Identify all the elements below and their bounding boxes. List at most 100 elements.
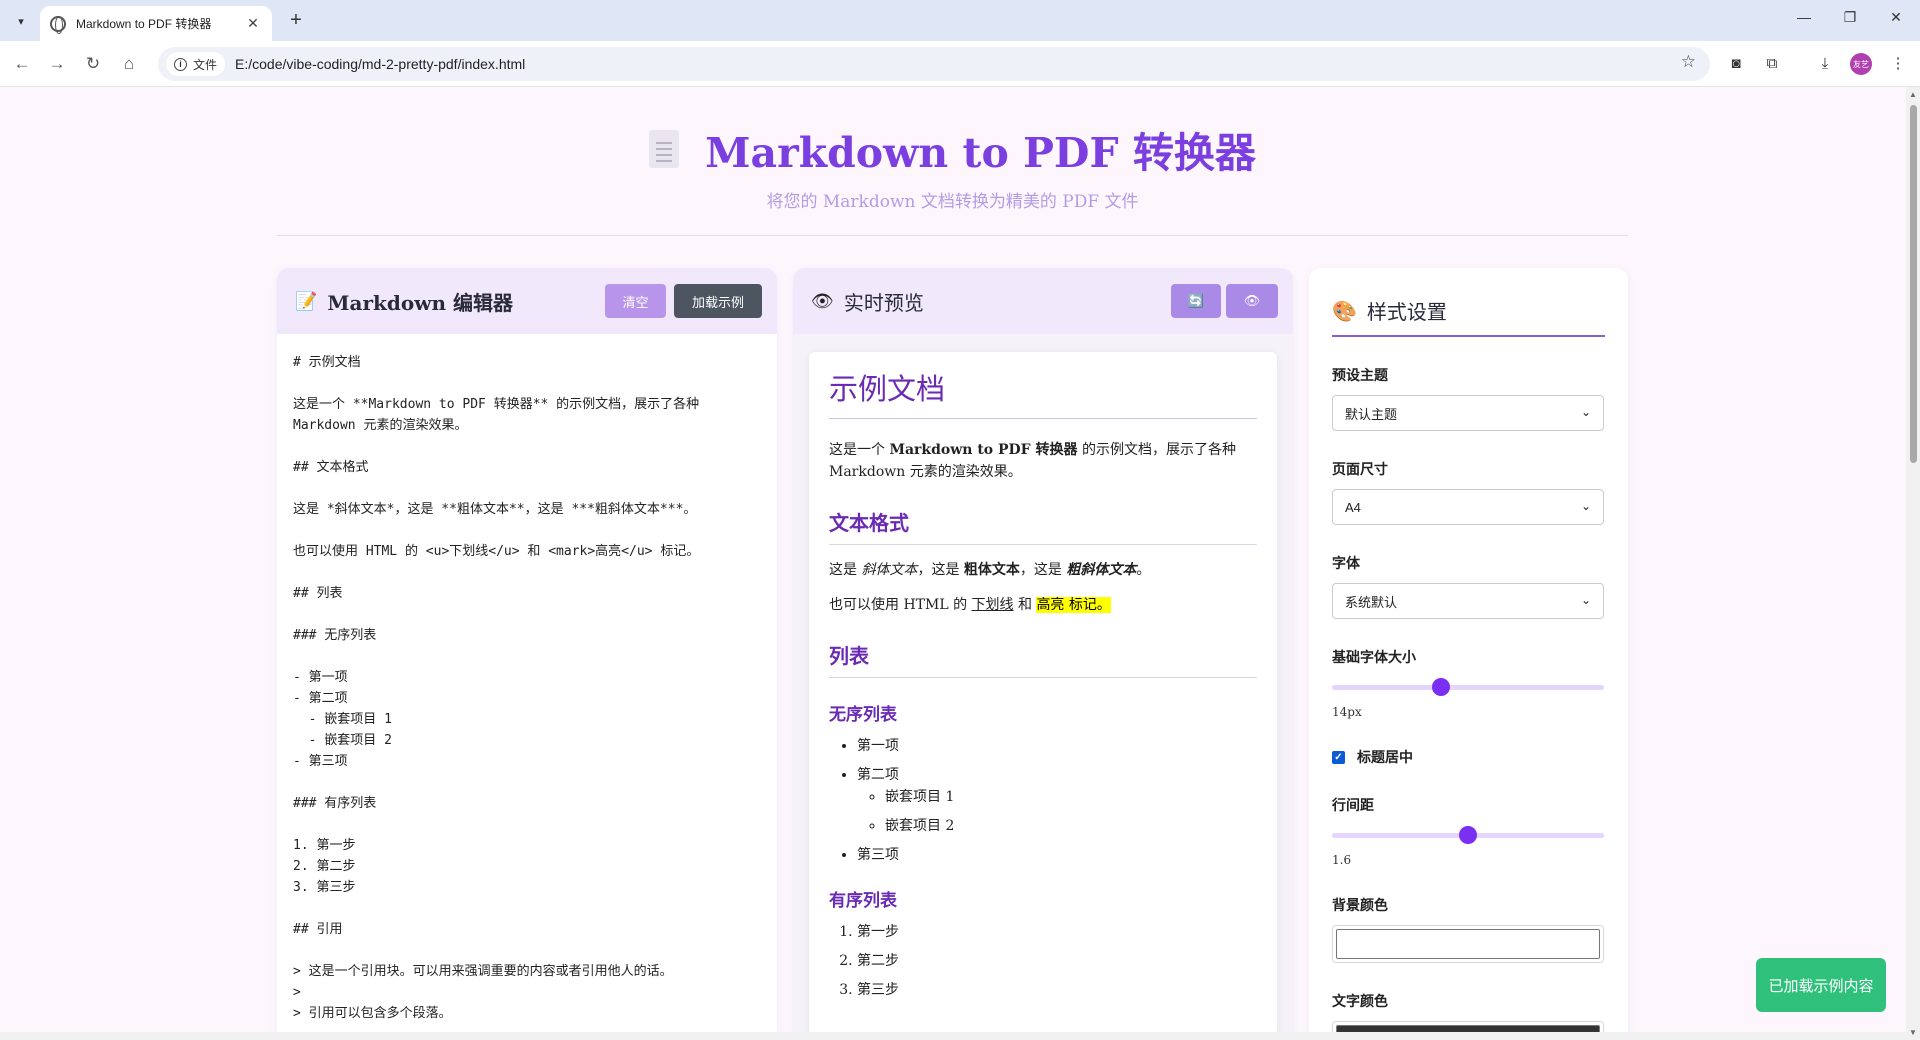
nested-list-item: 嵌套项目 1 — [885, 788, 1257, 806]
new-tab-button[interactable]: + — [284, 9, 308, 33]
preview-h3-unordered: 无序列表 — [829, 705, 897, 725]
preview-h3-ordered: 有序列表 — [829, 891, 897, 911]
preview-paragraph-1: 这是一个 Markdown to PDF 转换器 的示例文档，展示了各种 Mar… — [829, 439, 1257, 483]
list-item: 第三步 — [857, 981, 1257, 999]
line-height-label: 行间距 — [1332, 798, 1374, 814]
bookmark-star-icon[interactable]: ☆ — [1681, 52, 1696, 72]
line-height-value: 1.6 — [1332, 853, 1352, 867]
font-select[interactable]: 系统默认 ⌄ — [1332, 583, 1604, 619]
minimize-button[interactable]: — — [1784, 9, 1824, 25]
highlight-text: 高亮 标记。 — [1036, 597, 1111, 613]
page-size-select-value: A4 — [1345, 499, 1361, 515]
horizontal-scrollbar[interactable] — [0, 1032, 1906, 1040]
page-subtitle: 将您的 Markdown 文档转换为精美的 PDF 文件 — [766, 192, 1139, 212]
page-size-select[interactable]: A4 ⌄ — [1332, 489, 1604, 525]
scroll-down-icon[interactable]: ▼ — [1909, 1028, 1917, 1037]
browser-toolbar: ← → ↻ ⌂ i 文件 E:/code/vibe-coding/md-2-pr… — [0, 41, 1920, 87]
bold-italic-text: 粗斜体文本 — [1066, 562, 1137, 578]
load-example-button[interactable]: 加载示例 — [674, 284, 762, 318]
font-size-label: 基础字体大小 — [1332, 650, 1416, 666]
bg-color-label: 背景颜色 — [1332, 898, 1388, 914]
bold-text: 粗体文本 — [963, 562, 1020, 578]
browser-tab[interactable]: Markdown to PDF 转换器 ✕ — [40, 6, 272, 41]
bg-color-swatch — [1336, 929, 1600, 959]
home-button[interactable]: ⌂ — [117, 53, 141, 77]
memo-icon: 📝 — [295, 290, 318, 311]
refresh-preview-button[interactable]: 🔄 — [1171, 284, 1221, 318]
tab-search-button[interactable]: ▾ — [9, 9, 33, 33]
address-bar[interactable]: i 文件 E:/code/vibe-coding/md-2-pretty-pdf… — [158, 47, 1710, 81]
text-span: 。 — [1136, 562, 1151, 578]
theme-label: 预设主题 — [1332, 368, 1388, 384]
preview-panel: 👁 实时预览 🔄 👁 示例文档 这是一个 Markdown to PDF 转换器… — [793, 268, 1293, 1040]
text-span: 这是 — [829, 562, 862, 578]
close-window-button[interactable]: ✕ — [1876, 9, 1916, 26]
settings-title: 🎨 样式设置 — [1332, 296, 1605, 337]
theme-select[interactable]: 默认主题 ⌄ — [1332, 395, 1604, 431]
preview-h1: 示例文档 — [829, 366, 1257, 419]
preview-ordered-list: 第一步 第二步 第三步 — [829, 923, 1257, 999]
preview-panel-header: 👁 实时预览 🔄 👁 — [793, 268, 1293, 334]
center-title-checkbox[interactable]: ✓ — [1332, 750, 1345, 764]
back-button[interactable]: ← — [10, 53, 34, 77]
preview-unordered-list: 第一项 第二项 嵌套项目 1 嵌套项目 2 第三项 — [829, 737, 1257, 864]
site-info-label: 文件 — [193, 57, 218, 72]
underline-text: 下划线 — [971, 597, 1014, 613]
slider-thumb[interactable] — [1459, 826, 1477, 844]
font-label: 字体 — [1332, 556, 1360, 572]
fullscreen-preview-button[interactable]: 👁 — [1226, 284, 1278, 318]
eye-icon: 👁 — [811, 290, 834, 311]
clear-button[interactable]: 清空 — [605, 284, 666, 318]
line-height-slider[interactable] — [1332, 825, 1604, 845]
incognito-icon[interactable]: ◙ — [1724, 53, 1748, 77]
extensions-icon[interactable]: ⧉ — [1760, 53, 1784, 77]
tab-close-icon[interactable]: ✕ — [244, 15, 262, 32]
page-header: Markdown to PDF 转换器 将您的 Markdown 文档转换为精美… — [277, 87, 1628, 236]
slider-track — [1332, 685, 1604, 690]
preview-paragraph-3: 也可以使用 HTML 的 下划线 和 高亮 标记。 — [829, 594, 1257, 616]
bg-color-picker[interactable] — [1332, 925, 1604, 963]
site-info-chip[interactable]: i 文件 — [166, 52, 226, 76]
text-span: 也可以使用 HTML 的 — [829, 597, 972, 613]
list-item: 第一步 — [857, 923, 1257, 941]
toast-notification: 已加载示例内容 — [1756, 958, 1886, 1012]
scrollbar-thumb[interactable] — [1910, 105, 1917, 463]
nested-list-item: 嵌套项目 2 — [885, 817, 1257, 835]
document-icon — [649, 130, 680, 168]
font-size-value: 14px — [1332, 705, 1362, 719]
chevron-down-icon: ⌄ — [1580, 405, 1591, 419]
settings-panel: 🎨 样式设置 预设主题 默认主题 ⌄ 页面尺寸 A4 ⌄ 字体 系统默认 ⌄ 基… — [1309, 268, 1628, 1040]
list-item-text: 第二项 — [857, 767, 899, 783]
preview-h2-list: 列表 — [829, 640, 1257, 678]
scroll-up-icon[interactable]: ▲ — [1909, 90, 1917, 99]
page-size-label: 页面尺寸 — [1332, 462, 1388, 478]
text-span: 和 — [1013, 597, 1037, 613]
tab-title: Markdown to PDF 转换器 — [76, 17, 212, 31]
page-title: Markdown to PDF 转换器 — [277, 119, 1628, 179]
profile-avatar[interactable]: 友艺 — [1850, 53, 1872, 75]
slider-thumb[interactable] — [1431, 678, 1450, 696]
refresh-icon: 🔄 — [1187, 293, 1205, 308]
forward-button[interactable]: → — [45, 53, 69, 77]
italic-text: 斜体文本 — [861, 562, 918, 578]
info-icon: i — [174, 57, 187, 71]
page-title-text: Markdown to PDF 转换器 — [705, 129, 1256, 177]
chevron-down-icon: ⌄ — [1580, 499, 1591, 513]
center-title-option[interactable]: ✓ 标题居中 — [1332, 747, 1605, 767]
browser-menu-icon[interactable]: ⋮ — [1886, 53, 1910, 77]
markdown-textarea[interactable]: # 示例文档 这是一个 **Markdown to PDF 转换器** 的示例文… — [277, 334, 777, 1040]
globe-icon — [50, 15, 66, 34]
eye-icon: 👁 — [1243, 293, 1261, 308]
text-color-label: 文字颜色 — [1332, 994, 1388, 1010]
download-icon[interactable]: ⤓ — [1813, 53, 1837, 77]
chevron-down-icon: ⌄ — [1580, 593, 1591, 607]
text-span: ，这是 — [917, 562, 964, 578]
preview-h2-format: 文本格式 — [829, 507, 1257, 545]
reload-button[interactable]: ↻ — [81, 53, 105, 77]
list-item: 第二步 — [857, 952, 1257, 970]
page-scrollbar[interactable]: ▲ ▼ — [1906, 87, 1920, 1040]
preview-area: 示例文档 这是一个 Markdown to PDF 转换器 的示例文档，展示了各… — [793, 334, 1293, 1040]
url-text: E:/code/vibe-coding/md-2-pretty-pdf/inde… — [235, 56, 526, 72]
font-size-slider[interactable] — [1332, 677, 1604, 697]
restore-button[interactable]: ❐ — [1830, 9, 1870, 26]
